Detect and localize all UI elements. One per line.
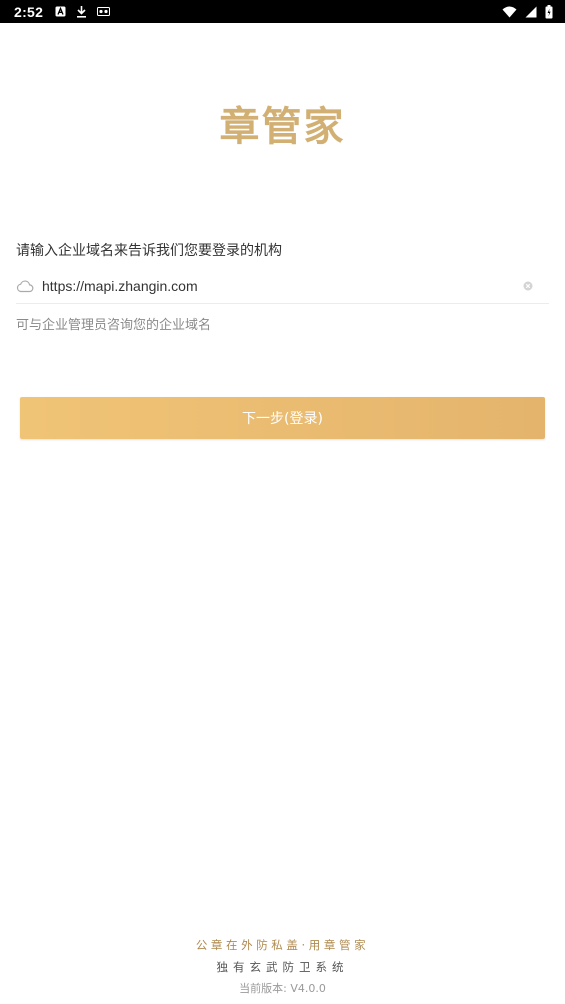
domain-hint: 可与企业管理员咨询您的企业域名: [16, 318, 212, 333]
download-icon: [76, 5, 87, 18]
tape-icon: [97, 7, 111, 16]
signal-icon: [525, 6, 537, 18]
footer-slogan-secondary: 独有玄武防卫系统: [216, 960, 349, 974]
status-time: 2:52: [14, 3, 44, 20]
clear-icon[interactable]: [523, 281, 533, 291]
status-right: [502, 4, 553, 19]
domain-prompt: 请输入企业域名来告诉我们您要登录的机构: [16, 243, 282, 259]
domain-field: [16, 268, 549, 304]
wifi-icon: [502, 6, 517, 18]
status-left: 2:52: [14, 3, 111, 20]
cloud-icon: [16, 279, 34, 293]
status-notification-icons: [55, 5, 111, 18]
app-logo: 章管家: [219, 103, 346, 150]
a-icon: [55, 6, 66, 17]
battery-icon: [545, 4, 553, 19]
status-bar: 2:52: [0, 0, 565, 23]
domain-input[interactable]: [42, 271, 523, 300]
footer-slogan: 公章在外防私盖·用章管家: [195, 938, 370, 952]
app-version: 当前版本: V4.0.0: [239, 982, 326, 995]
next-login-button[interactable]: 下一步(登录): [20, 397, 545, 439]
